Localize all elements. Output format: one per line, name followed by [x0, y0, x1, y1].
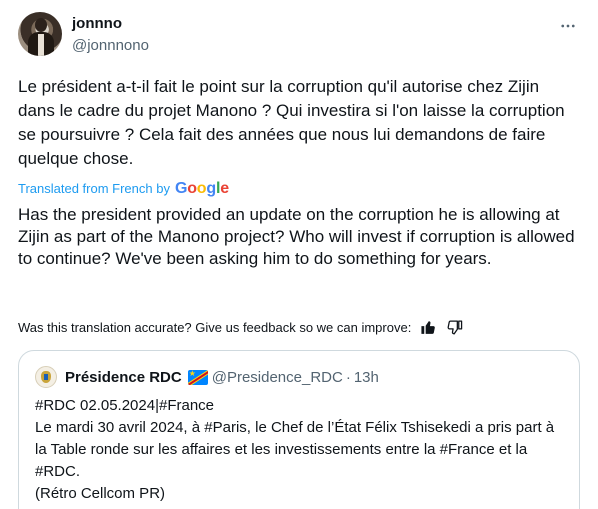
translation-feedback: Was this translation accurate? Give us f… [18, 318, 463, 336]
drc-flag-icon: ★ [187, 369, 208, 385]
feedback-prompt: Was this translation accurate? Give us f… [18, 319, 412, 335]
quoted-timestamp[interactable]: 13h [354, 369, 379, 386]
quoted-tweet-body: #RDC 02.05.2024|#France Le mardi 30 avri… [35, 395, 565, 505]
more-horizontal-icon[interactable] [558, 16, 578, 36]
translation-attribution[interactable]: Translated from French by Google [18, 180, 229, 198]
quoted-line: Le mardi 30 avril 2024, à #Paris, le Che… [35, 419, 555, 480]
quoted-handle[interactable]: @Presidence_RDC [212, 369, 343, 386]
thumbs-up-icon[interactable] [419, 318, 437, 336]
quoted-line: (Rétro Cellcom PR) [35, 485, 166, 502]
translated-from-label: Translated from French by [18, 181, 170, 196]
separator-dot: · [345, 368, 351, 386]
tweet-header: jonnno @jonnnono [18, 12, 584, 60]
tweet-translated-text: Has the president provided an update on … [18, 205, 575, 268]
author-names: jonnno @jonnnono [72, 14, 149, 56]
quoted-tweet[interactable]: Présidence RDC ★ @Presidence_RDC · 13h #… [18, 350, 580, 509]
tweet: jonnno @jonnnono Le président a-t-il fai… [0, 0, 598, 509]
author-display-name[interactable]: jonnno [72, 14, 149, 34]
quoted-tweet-header: Présidence RDC ★ @Presidence_RDC · 13h [35, 366, 379, 388]
tweet-original-text: Le président a-t-il fait le point sur la… [18, 77, 565, 168]
author-handle[interactable]: @jonnnono [72, 36, 149, 56]
thumbs-down-icon[interactable] [445, 318, 463, 336]
quoted-display-name[interactable]: Présidence RDC [65, 369, 182, 386]
quoted-avatar[interactable] [35, 366, 57, 388]
avatar[interactable] [18, 12, 62, 56]
google-logo: Google [174, 180, 229, 197]
quoted-line: #RDC 02.05.2024|#France [35, 397, 215, 414]
